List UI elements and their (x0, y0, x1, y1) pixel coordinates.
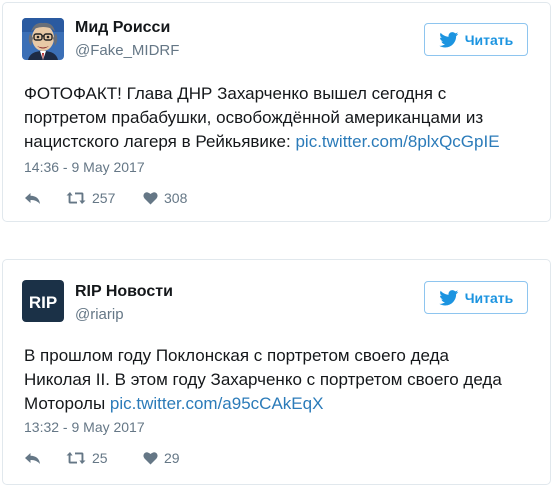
tweet-text-line: В прошлом году Поклонская с портретом св… (24, 346, 449, 365)
avatar[interactable]: RIP (22, 280, 64, 322)
tweet-text-line: портретом прабабушки, освобождённой амер… (24, 108, 484, 127)
like-count: 29 (164, 450, 180, 466)
twitter-bird-icon (438, 289, 458, 306)
tweet-actions: 25 29 (24, 450, 203, 466)
timestamp[interactable]: 14:36 - 9 May 2017 (24, 159, 145, 175)
tweet-actions: 257 308 (24, 190, 203, 206)
reply-icon (25, 452, 40, 464)
retweet-button[interactable]: 257 (66, 190, 143, 206)
retweet-button[interactable]: 25 (66, 450, 143, 466)
tweet-text-segment: нацистского лагеря в Рейкьявике: (24, 132, 296, 151)
retweet-icon (66, 192, 86, 204)
tweet-text-segment: Моторолы (24, 394, 110, 413)
like-button[interactable]: 29 (143, 450, 203, 466)
tweet-text: ФОТОФАКТ! Глава ДНР Захарченко вышел сег… (24, 82, 532, 154)
tweet-card: Мид Роисси @Fake_MIDRF Читать ФОТОФАКТ! … (2, 2, 551, 222)
like-button[interactable]: 308 (143, 190, 203, 206)
timestamp[interactable]: 13:32 - 9 May 2017 (24, 419, 145, 435)
twitter-bird-icon (438, 31, 458, 48)
avatar[interactable] (22, 18, 64, 60)
user-handle[interactable]: @riarip (75, 306, 124, 323)
retweet-count: 25 (92, 450, 108, 466)
follow-button[interactable]: Читать (424, 281, 528, 314)
reply-icon (25, 192, 40, 204)
like-count: 308 (164, 190, 188, 206)
reply-button[interactable] (24, 452, 66, 465)
follow-label: Читать (464, 289, 514, 306)
tweet-text-line: нацистского лагеря в Рейкьявике: pic.twi… (24, 130, 532, 154)
user-handle[interactable]: @Fake_MIDRF (75, 42, 179, 59)
tweet-text-line: Николая II. В этом году Захарченко с пор… (24, 370, 502, 389)
follow-label: Читать (464, 31, 514, 48)
display-name[interactable]: Мид Роисси (75, 19, 170, 37)
rip-logo-icon: RIP (22, 280, 64, 322)
reply-button[interactable] (24, 192, 66, 205)
tweet-text: В прошлом году Поклонская с портретом св… (24, 344, 532, 416)
retweet-count: 257 (92, 190, 116, 206)
tweet-text-line: ФОТОФАКТ! Глава ДНР Захарченко вышел сег… (24, 84, 447, 103)
tweet-text-line: Моторолы pic.twitter.com/a95cCAkEqX (24, 392, 532, 416)
media-link[interactable]: pic.twitter.com/a95cCAkEqX (110, 394, 324, 413)
retweet-icon (66, 452, 86, 464)
heart-icon (143, 452, 158, 465)
tweet-card: RIP RIP Новости @riarip Читать В прошлом… (2, 259, 551, 485)
media-link[interactable]: pic.twitter.com/8plxQcGpIE (295, 132, 499, 151)
follow-button[interactable]: Читать (424, 23, 528, 56)
display-name[interactable]: RIP Новости (75, 283, 173, 301)
caricature-avatar-icon (22, 18, 64, 60)
rip-logo-text: RIP (29, 293, 57, 312)
heart-icon (143, 192, 158, 205)
